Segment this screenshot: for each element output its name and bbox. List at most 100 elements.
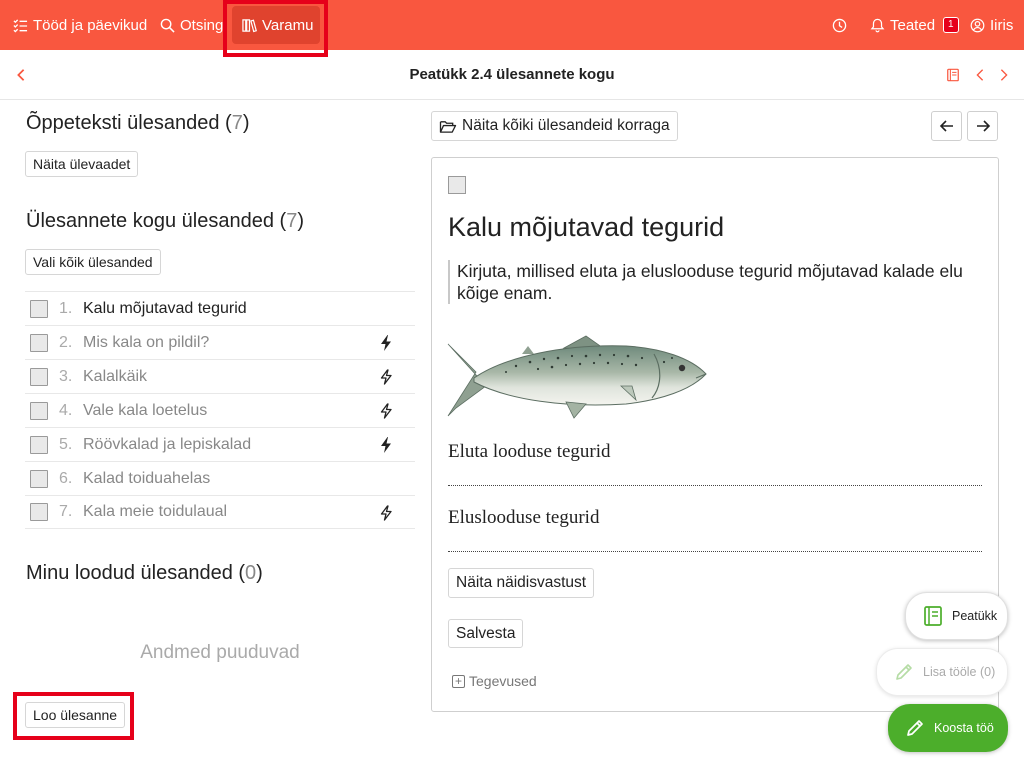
section-title-textbook-tasks: Õppeteksti ülesanded (7) — [26, 112, 249, 135]
task-number: 4. — [59, 401, 73, 419]
nav-item-library[interactable]: Varamu — [242, 0, 313, 50]
section-title-collection-tasks: Ülesannete kogu ülesanded (7) — [26, 210, 304, 233]
show-overview-button[interactable]: Näita ülevaadet — [25, 151, 139, 177]
notifications-count-badge: 1 — [943, 17, 959, 33]
task-checkbox[interactable] — [30, 469, 48, 488]
show-all-tasks-label: Näita kõiki ülesandeid korraga — [462, 117, 670, 134]
chapter-fab-button[interactable]: Peatükk — [905, 592, 1008, 640]
section-title-close: ) — [256, 562, 263, 584]
task-label[interactable]: Röövkalad ja lepiskalad — [83, 436, 251, 454]
task-row[interactable]: 6. Kalad toiduahelas — [25, 461, 415, 495]
nav-item-works-and-diaries[interactable]: Tööd ja päevikud — [13, 0, 147, 50]
folder-open-icon — [439, 120, 457, 133]
task-label[interactable]: Kalu mõjutavad tegurid — [83, 300, 247, 318]
next-task-button[interactable] — [967, 111, 998, 141]
task-list: 1. Kalu mõjutavad tegurid 2. Mis kala on… — [25, 291, 415, 529]
create-task-button[interactable]: Loo ülesanne — [25, 702, 126, 728]
chapter-book-button[interactable] — [944, 65, 962, 85]
task-checkbox[interactable] — [30, 333, 48, 352]
actions-toggle[interactable]: + Tegevused — [452, 673, 537, 689]
section-title-text: Õppeteksti ülesanded ( — [26, 112, 232, 134]
save-button[interactable]: Salvesta — [448, 619, 524, 648]
task-label[interactable]: Vale kala loetelus — [83, 402, 207, 420]
history-button[interactable] — [832, 0, 847, 50]
task-checkbox[interactable] — [30, 401, 48, 420]
task-row[interactable]: 1. Kalu mõjutavad tegurid — [25, 291, 415, 325]
lightning-outline-icon — [380, 403, 392, 419]
task-row[interactable]: 5. Röövkalad ja lepiskalad — [25, 427, 415, 461]
chevron-right-icon — [1000, 69, 1008, 81]
task-checkbox[interactable] — [30, 503, 48, 521]
section-title-close: ) — [242, 112, 250, 134]
lightning-filled-icon — [381, 335, 391, 351]
compose-work-fab-button[interactable]: Koosta töö — [888, 704, 1008, 752]
nav-item-search[interactable]: Otsing — [160, 0, 223, 50]
task-label[interactable]: Mis kala on pildil? — [83, 334, 209, 352]
user-menu[interactable]: Iiris — [970, 0, 1013, 50]
salmon-fish-image — [447, 335, 707, 419]
add-to-work-fab-button[interactable]: Lisa tööle (0) — [876, 648, 1008, 696]
task-checkbox[interactable] — [30, 367, 48, 386]
add-to-work-label: Lisa tööle (0) — [923, 665, 996, 679]
arrow-left-icon — [939, 120, 953, 132]
section-count: 7 — [231, 112, 243, 134]
answer-line-abiotic[interactable] — [448, 485, 982, 486]
field-label-biotic-factors: Elusloodusе tegurid — [448, 507, 600, 528]
clock-icon — [832, 18, 847, 32]
task-number: 5. — [59, 435, 73, 453]
select-all-tasks-button[interactable]: Vali kõik ülesanded — [25, 249, 161, 275]
user-name: Iiris — [990, 16, 1014, 34]
lightning-filled-icon — [381, 437, 391, 453]
pencil-icon — [896, 664, 912, 680]
previous-task-button[interactable] — [931, 111, 962, 141]
task-select-checkbox[interactable] — [448, 176, 466, 194]
top-navigation-bar: Tööd ja päevikud Otsing Varamu Teated 1 — [0, 0, 1024, 50]
chapter-fab-label: Peatükk — [952, 609, 998, 623]
task-checkbox[interactable] — [30, 299, 48, 318]
task-instruction: Kirjuta, millised eluta ja elusloodusе t… — [448, 260, 968, 304]
section-count: 7 — [286, 210, 298, 232]
notifications-label: Teated — [890, 16, 936, 34]
task-number: 7. — [59, 503, 73, 520]
empty-state-text: Andmed puuduvad — [140, 642, 300, 663]
book-icon — [924, 606, 942, 626]
actions-label: Tegevused — [469, 673, 537, 689]
previous-page-button[interactable] — [971, 65, 989, 85]
answer-line-biotic[interactable] — [448, 551, 982, 552]
lightning-outline-icon — [380, 505, 392, 521]
task-checkbox[interactable] — [30, 435, 48, 454]
notifications-button[interactable]: Teated 1 — [870, 0, 959, 50]
section-title-close: ) — [297, 210, 304, 232]
field-label-abiotic-factors: Eluta looduse tegurid — [448, 441, 611, 462]
arrow-right-icon — [976, 120, 990, 132]
pencil-icon — [907, 720, 923, 736]
section-title-text: Ülesannete kogu ülesanded ( — [26, 210, 287, 232]
task-title: Kalu mõjutavad tegurid — [448, 212, 725, 242]
plus-square-icon: + — [452, 674, 465, 688]
task-number: 6. — [59, 469, 73, 487]
chevron-left-icon — [976, 69, 984, 81]
task-row[interactable]: 4. Vale kala loetelus — [25, 393, 415, 427]
task-label[interactable]: Kalalkäik — [83, 368, 147, 386]
library-icon — [242, 18, 257, 32]
task-label[interactable]: Kala meie toidulaual — [83, 503, 227, 521]
task-number: 1. — [59, 299, 73, 317]
task-number: 3. — [59, 367, 73, 385]
compose-work-label: Koosta töö — [934, 721, 994, 735]
page-header: Peatükk 2.4 ülesannete kogu — [0, 50, 1024, 100]
nav-item-label: Varamu — [262, 16, 314, 34]
show-sample-answer-button[interactable]: Näita näidisvastust — [448, 568, 595, 598]
task-row[interactable]: 7. Kala meie toidulaual — [25, 495, 415, 529]
list-check-icon — [13, 18, 28, 33]
next-page-button[interactable] — [995, 65, 1013, 85]
show-all-tasks-button[interactable]: Näita kõiki ülesandeid korraga — [431, 111, 678, 141]
search-icon — [160, 18, 175, 33]
task-row[interactable]: 2. Mis kala on pildil? — [25, 325, 415, 359]
book-icon — [947, 68, 959, 82]
section-title-text: Minu loodud ülesanded ( — [26, 562, 246, 584]
user-icon — [970, 18, 985, 32]
task-number: 2. — [59, 333, 73, 351]
nav-item-label: Tööd ja päevikud — [33, 16, 148, 34]
task-row[interactable]: 3. Kalalkäik — [25, 359, 415, 393]
task-label[interactable]: Kalad toiduahelas — [83, 470, 210, 488]
